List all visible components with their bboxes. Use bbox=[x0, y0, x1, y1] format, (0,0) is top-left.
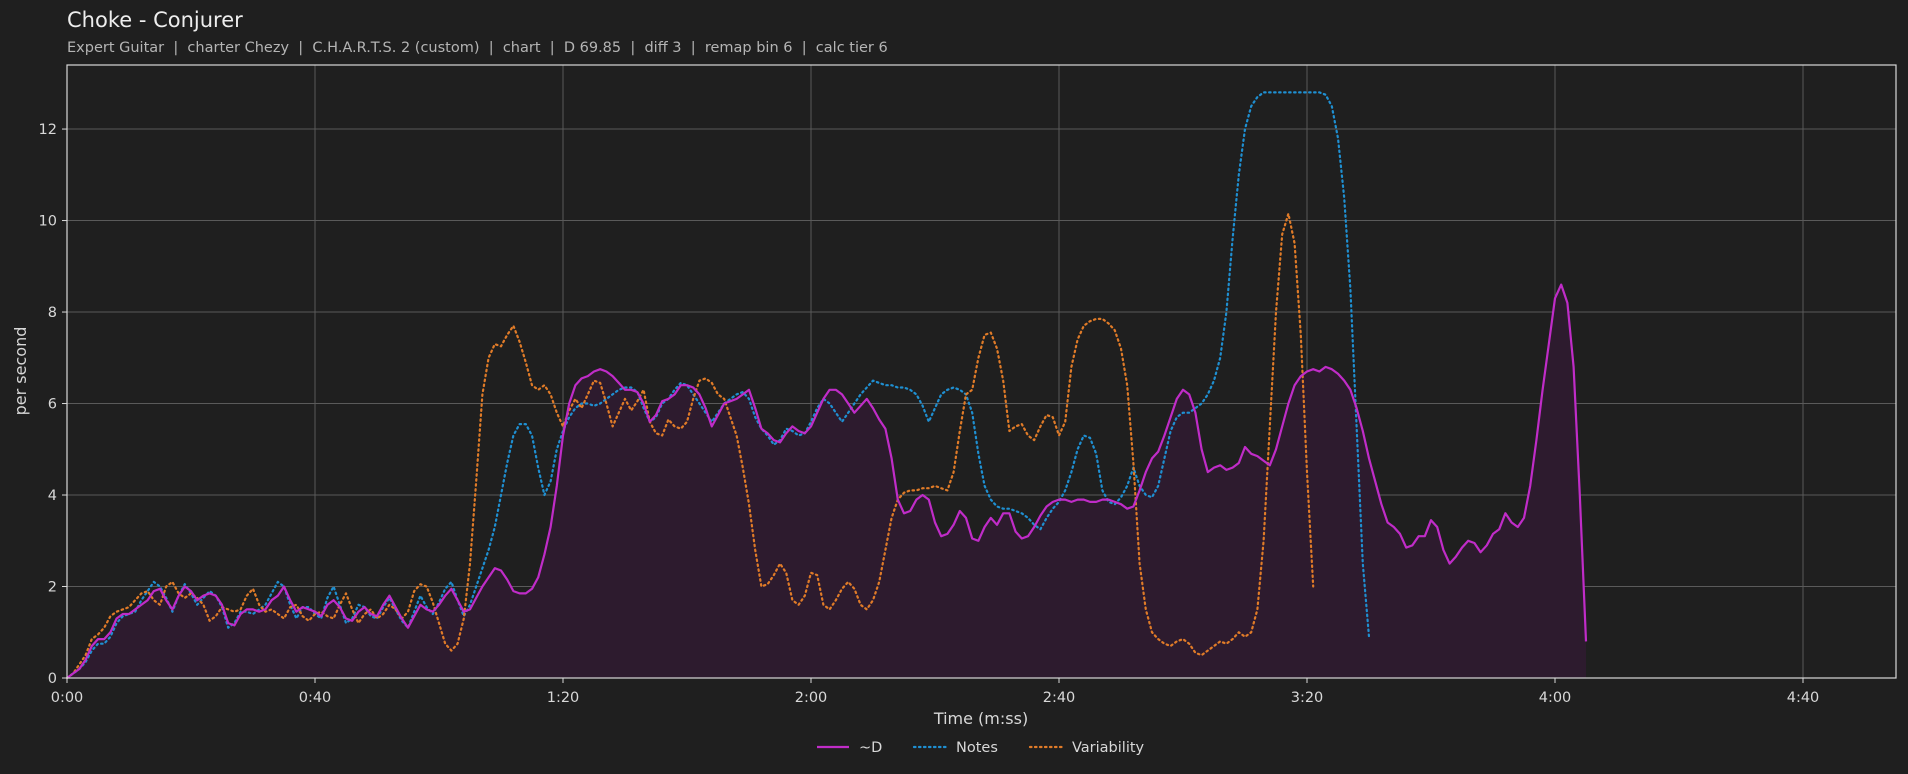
x-axis-ticks: 0:00 0:40 1:20 2:00 2:40 3:20 4:00 4:40 bbox=[51, 678, 1820, 706]
x-tick-label: 0:40 bbox=[299, 690, 332, 706]
x-tick-label: 3:20 bbox=[1291, 690, 1324, 706]
y-tick-label: 0 bbox=[48, 671, 57, 687]
legend-label-d: ~D bbox=[859, 740, 882, 756]
y-axis-ticks: 0 2 4 6 8 10 12 bbox=[39, 122, 67, 687]
x-tick-label: 2:00 bbox=[795, 690, 828, 706]
y-tick-label: 6 bbox=[48, 397, 57, 413]
y-tick-label: 4 bbox=[48, 488, 57, 504]
x-tick-label: 2:40 bbox=[1043, 690, 1076, 706]
legend-label-variability: Variability bbox=[1072, 740, 1145, 756]
legend-label-notes: Notes bbox=[956, 740, 998, 756]
x-tick-label: 4:00 bbox=[1539, 690, 1572, 706]
y-axis-label: per second bbox=[11, 327, 30, 416]
x-tick-label: 1:20 bbox=[547, 690, 580, 706]
chart-svg: 0:00 0:40 1:20 2:00 2:40 3:20 4:00 4:40 0 2 4 6 8 10… bbox=[11, 64, 1897, 756]
y-tick-label: 10 bbox=[39, 214, 57, 230]
y-tick-label: 8 bbox=[48, 305, 57, 321]
x-tick-label: 0:00 bbox=[51, 690, 84, 706]
x-axis-label: Time (m:ss) bbox=[933, 709, 1028, 728]
y-tick-label: 12 bbox=[39, 122, 57, 138]
x-tick-label: 4:40 bbox=[1787, 690, 1820, 706]
y-tick-label: 2 bbox=[48, 580, 57, 596]
legend: ~D Notes Variability bbox=[817, 740, 1145, 756]
